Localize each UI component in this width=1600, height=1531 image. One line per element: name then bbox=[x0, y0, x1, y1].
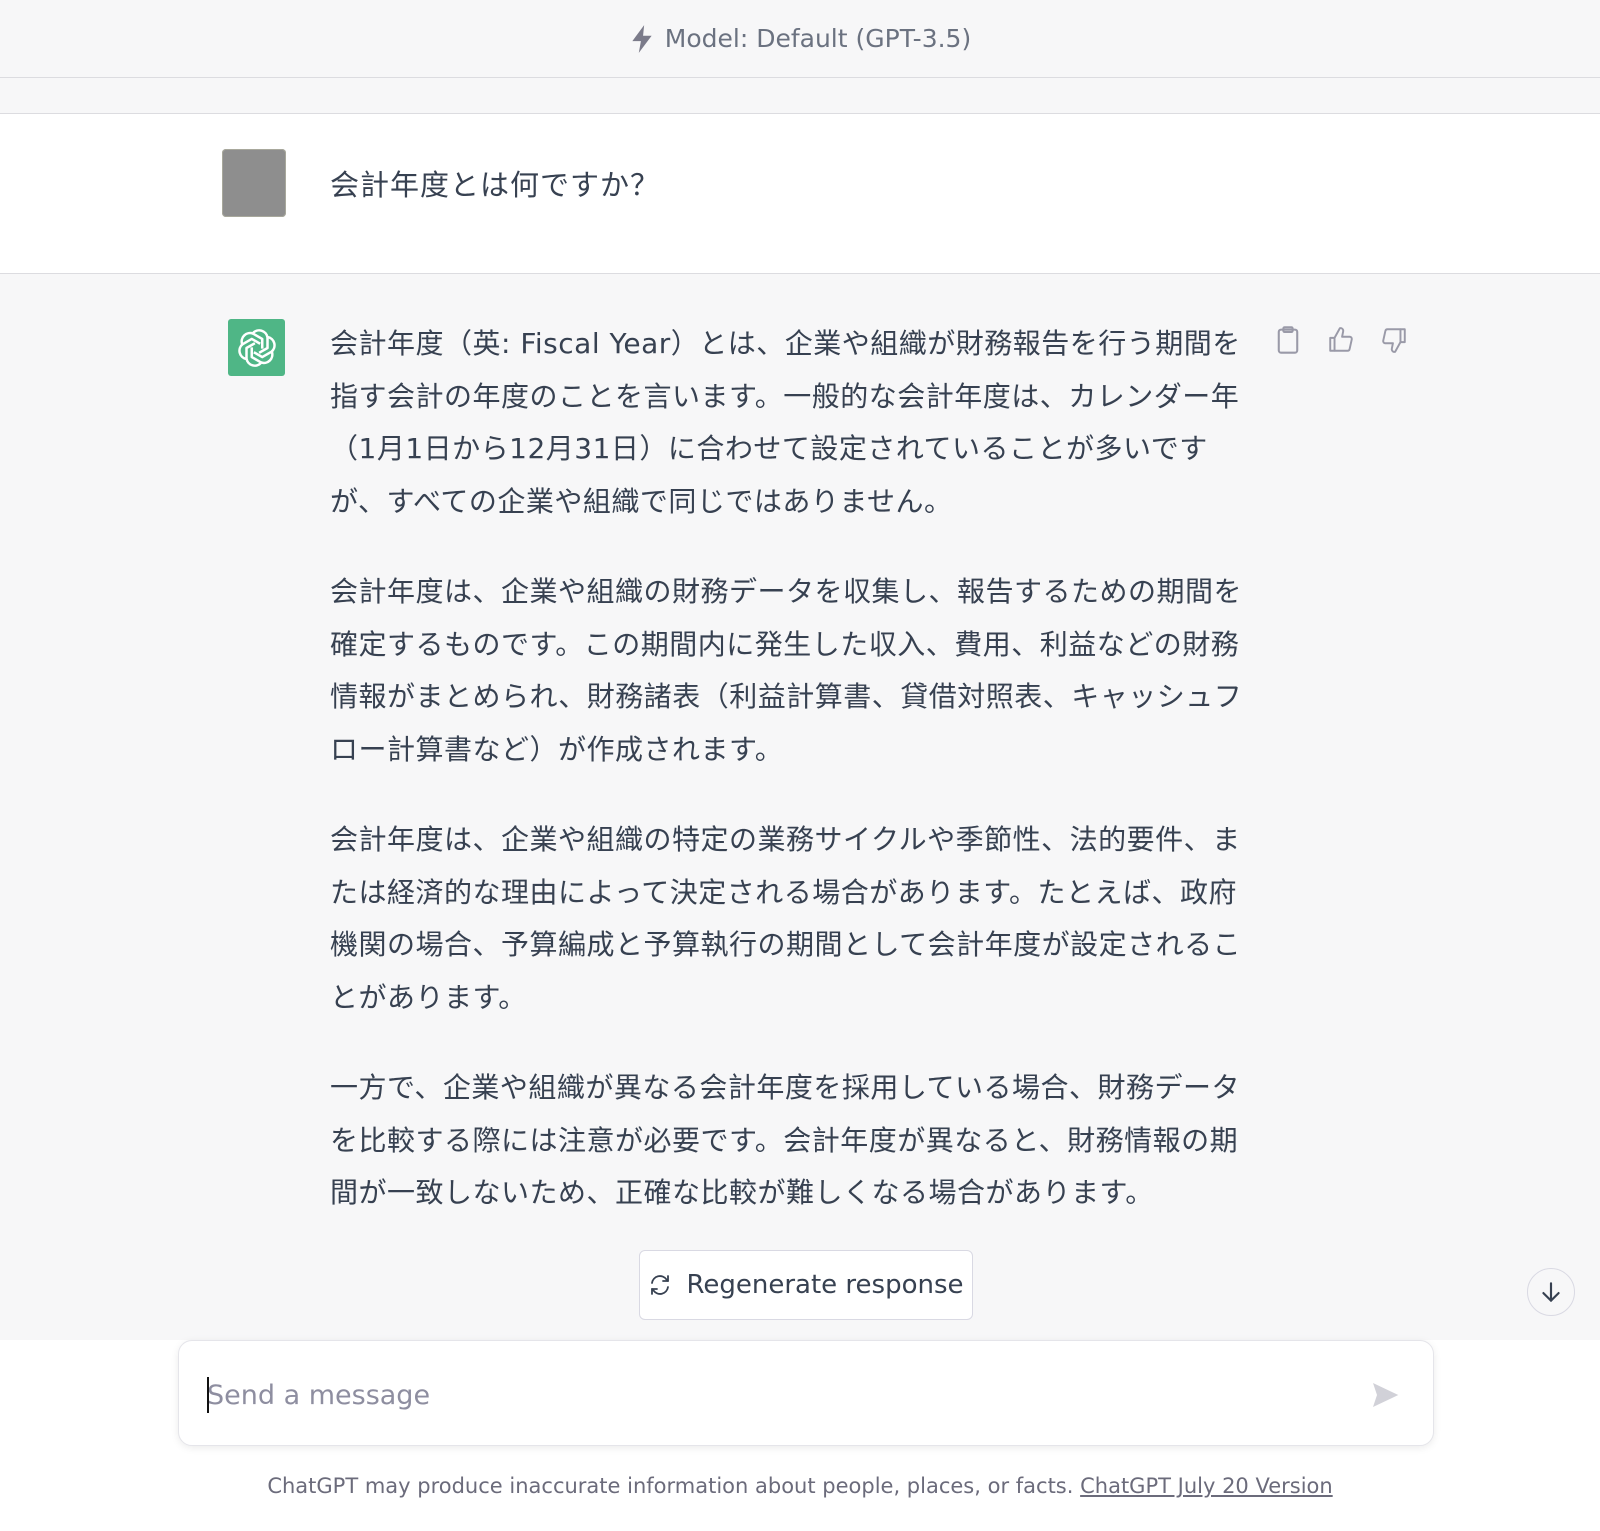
chatgpt-logo-icon bbox=[228, 319, 285, 376]
footer-disclaimer: ChatGPT may produce inaccurate informati… bbox=[0, 1474, 1600, 1498]
model-label: Model: Default (GPT-3.5) bbox=[664, 24, 972, 53]
thumbs-up-button[interactable] bbox=[1327, 324, 1355, 356]
thumbs-down-button[interactable] bbox=[1380, 324, 1408, 356]
top-bar: Model: Default (GPT-3.5) bbox=[0, 0, 1600, 78]
user-avatar bbox=[222, 149, 286, 217]
answer-paragraph: 一方で、企業や組織が異なる会計年度を採用している場合、財務データを比較する際には… bbox=[330, 1071, 1241, 1209]
version-link[interactable]: ChatGPT July 20 Version bbox=[1080, 1474, 1333, 1498]
regenerate-response-button[interactable]: Regenerate response bbox=[639, 1250, 973, 1320]
answer-paragraph: 会計年度は、企業や組織の財務データを収集し、報告するための期間を確定するものです… bbox=[330, 575, 1243, 766]
regenerate-label: Regenerate response bbox=[686, 1270, 964, 1300]
answer-paragraph: 会計年度は、企業や組織の特定の業務サイクルや季節性、法的要件、または経済的な理由… bbox=[330, 823, 1242, 1014]
message-input[interactable] bbox=[207, 1371, 1307, 1419]
bolt-icon bbox=[632, 24, 652, 53]
arrow-down-icon bbox=[1542, 1282, 1560, 1302]
disclaimer-text: ChatGPT may produce inaccurate informati… bbox=[267, 1474, 1074, 1498]
send-icon bbox=[1373, 1383, 1399, 1407]
message-composer bbox=[178, 1340, 1434, 1446]
thumbs-up-icon bbox=[1329, 327, 1353, 352]
assistant-message-row: 会計年度（英: Fiscal Year）とは、企業や組織が財務報告を行う期間を指… bbox=[0, 274, 1600, 1340]
refresh-icon bbox=[651, 1275, 670, 1295]
user-message-text: 会計年度とは何ですか？ bbox=[330, 168, 661, 202]
message-actions bbox=[1274, 324, 1408, 356]
send-button[interactable] bbox=[1365, 1375, 1405, 1415]
user-message-row: 会計年度とは何ですか？ bbox=[0, 114, 1600, 274]
text-caret bbox=[207, 1377, 209, 1413]
answer-paragraph: 会計年度（英: Fiscal Year）とは、企業や組織が財務報告を行う期間を指… bbox=[330, 327, 1241, 518]
thumbs-down-icon bbox=[1382, 328, 1406, 353]
copy-button[interactable] bbox=[1274, 324, 1302, 356]
assistant-message-text: 会計年度（英: Fiscal Year）とは、企業や組織が財務報告を行う期間を指… bbox=[330, 318, 1260, 1258]
header-spacer bbox=[0, 78, 1600, 114]
composer-area: ChatGPT may produce inaccurate informati… bbox=[0, 1340, 1600, 1531]
clipboard-icon bbox=[1277, 326, 1299, 354]
scroll-to-bottom-button[interactable] bbox=[1527, 1268, 1575, 1316]
